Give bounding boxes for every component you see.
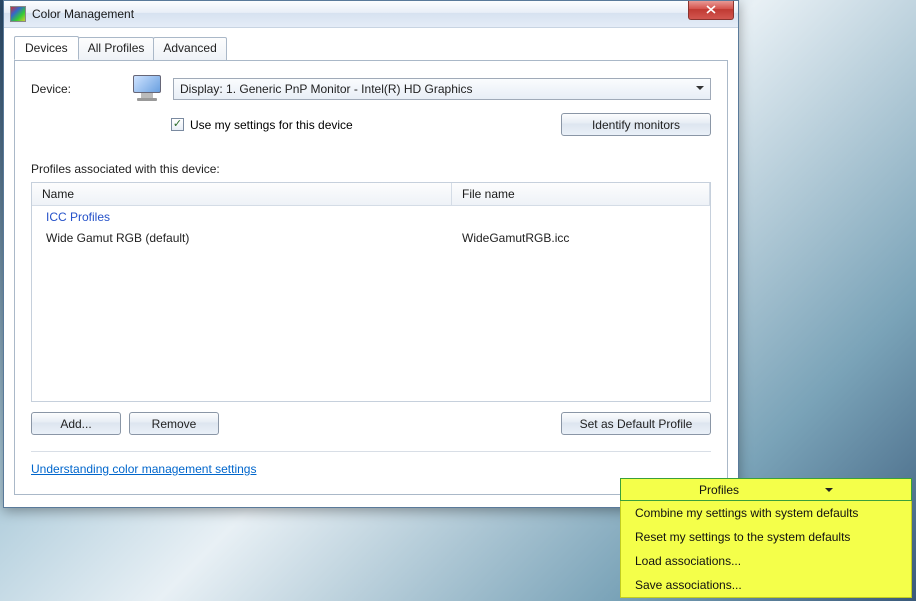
tab-advanced[interactable]: Advanced: [153, 37, 226, 61]
grid-body: ICC Profiles Wide Gamut RGB (default) Wi…: [32, 206, 710, 248]
profile-name-cell: Wide Gamut RGB (default): [32, 231, 452, 245]
column-file[interactable]: File name: [452, 183, 710, 205]
column-name[interactable]: Name: [32, 183, 452, 205]
menu-reset-defaults[interactable]: Reset my settings to the system defaults: [621, 525, 911, 549]
profiles-grid[interactable]: Name File name ICC Profiles Wide Gamut R…: [31, 182, 711, 402]
close-button[interactable]: [688, 1, 734, 20]
menu-load-associations[interactable]: Load associations...: [621, 549, 911, 573]
profile-file-cell: WideGamutRGB.icc: [452, 231, 710, 245]
titlebar[interactable]: Color Management: [4, 1, 738, 28]
color-management-window: Color Management Devices All Profiles Ad…: [3, 0, 739, 508]
chevron-down-icon: [696, 86, 704, 94]
grid-header: Name File name: [32, 183, 710, 206]
profiles-button[interactable]: Profiles: [620, 478, 912, 501]
profile-buttons-row: Add... Remove Set as Default Profile: [31, 412, 711, 435]
tab-all-profiles[interactable]: All Profiles: [78, 37, 155, 61]
remove-button[interactable]: Remove: [129, 412, 219, 435]
checkmark-icon: ✓: [171, 118, 184, 131]
app-icon: [10, 6, 26, 22]
menu-combine-defaults[interactable]: Combine my settings with system defaults: [621, 501, 911, 525]
profiles-section-label: Profiles associated with this device:: [31, 162, 711, 176]
identify-monitors-button[interactable]: Identify monitors: [561, 113, 711, 136]
add-button[interactable]: Add...: [31, 412, 121, 435]
chevron-down-icon: [825, 488, 833, 496]
profiles-dropdown-wrap: Profiles Combine my settings with system…: [620, 478, 912, 598]
tab-devices[interactable]: Devices: [14, 36, 79, 60]
device-row: Device: Display: 1. Generic PnP Monitor …: [31, 75, 711, 103]
use-my-settings-checkbox[interactable]: ✓ Use my settings for this device: [171, 118, 353, 132]
set-default-profile-button[interactable]: Set as Default Profile: [561, 412, 711, 435]
device-dropdown[interactable]: Display: 1. Generic PnP Monitor - Intel(…: [173, 78, 711, 100]
understanding-link[interactable]: Understanding color management settings: [31, 462, 256, 476]
profiles-button-label: Profiles: [699, 483, 739, 497]
menu-save-associations[interactable]: Save associations...: [621, 573, 911, 597]
divider: [31, 451, 711, 452]
panel-footer: Understanding color management settings: [31, 462, 711, 476]
profiles-menu: Combine my settings with system defaults…: [620, 501, 912, 598]
devices-panel: Device: Display: 1. Generic PnP Monitor …: [14, 60, 728, 495]
monitor-icon: [131, 75, 163, 103]
table-row[interactable]: Wide Gamut RGB (default) WideGamutRGB.ic…: [32, 228, 710, 248]
window-title: Color Management: [32, 7, 134, 21]
close-icon: [706, 5, 716, 14]
checkbox-label: Use my settings for this device: [190, 118, 353, 132]
tab-strip: Devices All Profiles Advanced: [14, 37, 728, 61]
device-label: Device:: [31, 82, 121, 96]
device-options-row: ✓ Use my settings for this device Identi…: [171, 113, 711, 136]
client-area: Devices All Profiles Advanced Device: Di…: [4, 28, 738, 507]
device-selected-text: Display: 1. Generic PnP Monitor - Intel(…: [180, 82, 473, 96]
profile-category: ICC Profiles: [32, 206, 710, 228]
